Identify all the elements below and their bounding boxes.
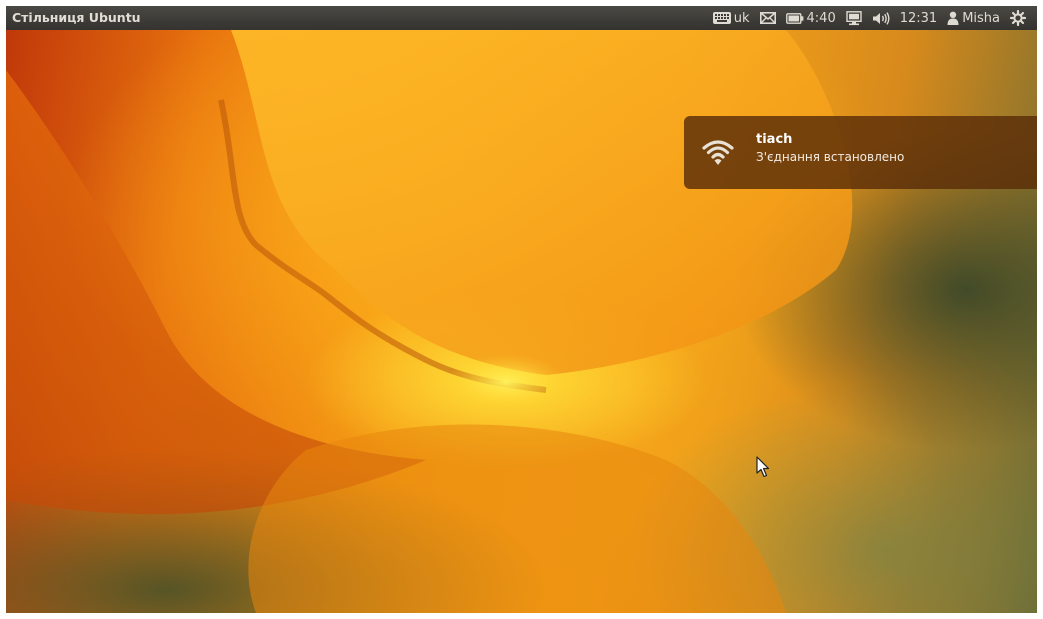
gear-icon: [1010, 10, 1026, 26]
user-name-label: Misha: [962, 10, 1000, 26]
keyboard-icon: [712, 12, 731, 24]
mouse-pointer-icon: [756, 456, 770, 482]
notification-title: tiach: [756, 132, 793, 147]
mail-icon: [759, 12, 776, 24]
session-indicator[interactable]: [1005, 6, 1031, 30]
volume-icon: [872, 11, 890, 25]
network-icon: [846, 10, 862, 26]
clock-indicator[interactable]: 12:31: [895, 6, 942, 30]
ubuntu-desktop-screen: Стільниця Ubuntu uk 4:40 12:31 Misha tia…: [6, 6, 1037, 613]
top-panel: Стільниця Ubuntu uk 4:40 12:31 Misha: [6, 6, 1037, 30]
messaging-indicator[interactable]: [755, 6, 781, 30]
desktop-title: Стільниця Ubuntu: [12, 10, 141, 25]
battery-icon: [785, 12, 804, 24]
battery-time-label: 4:40: [806, 10, 836, 26]
keyboard-layout-label: uk: [733, 10, 750, 26]
user-indicator[interactable]: Misha: [942, 6, 1005, 30]
sound-indicator[interactable]: [867, 6, 895, 30]
network-indicator[interactable]: [841, 6, 867, 30]
user-icon: [947, 11, 959, 25]
network-notification: tiach З'єднання встановлено: [684, 116, 1037, 189]
keyboard-indicator[interactable]: uk: [708, 6, 755, 30]
clock-label: 12:31: [899, 10, 938, 26]
wifi-icon: [702, 138, 734, 170]
battery-indicator[interactable]: 4:40: [781, 6, 841, 30]
indicator-area: uk 4:40 12:31 Misha: [708, 6, 1031, 30]
notification-body: З'єднання встановлено: [756, 150, 905, 164]
